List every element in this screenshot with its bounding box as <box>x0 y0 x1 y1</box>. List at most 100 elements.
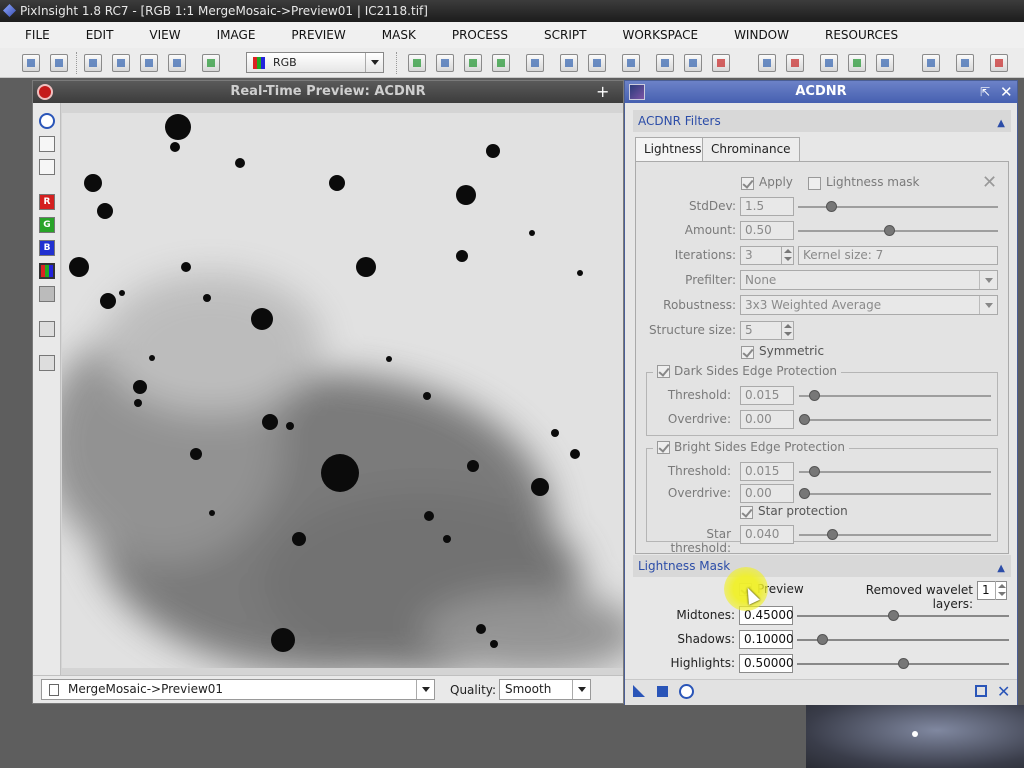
close-window-icon[interactable] <box>786 54 804 72</box>
monitor-icon[interactable] <box>922 54 940 72</box>
view-mode-select[interactable]: RGB <box>246 52 384 73</box>
dark-sides-checkbox[interactable] <box>657 365 670 378</box>
collapse-icon[interactable]: ▲ <box>997 113 1005 135</box>
chevron-down-icon[interactable] <box>979 271 997 289</box>
lightness-mask-checkbox[interactable] <box>808 177 821 190</box>
lightness-channel-icon[interactable] <box>39 286 55 302</box>
symmetric-checkbox[interactable] <box>741 346 754 359</box>
apply-global-icon[interactable] <box>657 686 668 697</box>
camera-icon[interactable] <box>39 321 55 337</box>
robustness-select[interactable]: 3x3 Weighted Average <box>740 295 998 315</box>
filters-section-header[interactable]: ACDNR Filters ▲ <box>633 110 1011 132</box>
bright-sides-checkbox[interactable] <box>657 441 670 454</box>
dark-overdrive-slider[interactable] <box>799 414 991 425</box>
close-icon[interactable]: ✕ <box>1000 81 1013 103</box>
slider-handle[interactable] <box>826 201 837 212</box>
maximize-icon[interactable]: + <box>596 81 609 103</box>
chevron-down-icon[interactable] <box>416 680 434 699</box>
slider-handle[interactable] <box>817 634 828 645</box>
slider-handle[interactable] <box>898 658 909 669</box>
highlights-slider[interactable] <box>797 658 1009 669</box>
track-view-icon[interactable] <box>39 136 55 152</box>
cancel-icon[interactable] <box>712 54 730 72</box>
image-info-icon[interactable] <box>84 54 102 72</box>
bright-overdrive-input[interactable]: 0.00 <box>740 484 794 503</box>
menu-image[interactable]: IMAGE <box>217 22 256 48</box>
red-channel-button[interactable]: R <box>39 194 55 210</box>
realtime-preview-icon[interactable] <box>679 684 694 699</box>
copy-image-icon[interactable] <box>140 54 158 72</box>
tab-lightness[interactable]: Lightness <box>635 137 711 161</box>
quality-select[interactable]: Smooth <box>499 679 591 700</box>
mask-invert-icon[interactable] <box>876 54 894 72</box>
apply-checkbox[interactable] <box>741 177 754 190</box>
menu-file[interactable]: FILE <box>25 22 50 48</box>
realtime-update-icon[interactable] <box>39 113 55 129</box>
stddev-slider[interactable] <box>798 201 998 212</box>
mask-enable-icon[interactable] <box>848 54 866 72</box>
menu-view[interactable]: VIEW <box>149 22 180 48</box>
collapse-icon[interactable]: ▲ <box>997 558 1005 580</box>
shadows-input[interactable]: 0.10000 <box>739 630 794 649</box>
reset-icon[interactable] <box>622 54 640 72</box>
window-icon[interactable] <box>758 54 776 72</box>
menu-resources[interactable]: RESOURCES <box>825 22 898 48</box>
slider-handle[interactable] <box>799 488 810 499</box>
slider-handle[interactable] <box>827 529 838 540</box>
menu-script[interactable]: SCRIPT <box>544 22 586 48</box>
settings-icon[interactable] <box>656 54 674 72</box>
slider-handle[interactable] <box>884 225 895 236</box>
stack-icon[interactable] <box>39 355 55 371</box>
preview-image-canvas[interactable] <box>62 113 623 668</box>
star-protection-checkbox[interactable] <box>740 506 753 519</box>
zoom-preview-icon[interactable] <box>526 54 544 72</box>
swap-icon[interactable] <box>956 54 974 72</box>
lightness-mask-section-header[interactable]: Lightness Mask ▲ <box>633 555 1011 577</box>
wavelet-layers-spinner[interactable] <box>995 581 1007 600</box>
menu-preview[interactable]: PREVIEW <box>291 22 345 48</box>
duplicate-icon[interactable] <box>168 54 186 72</box>
refresh-icon[interactable] <box>684 54 702 72</box>
slider-handle[interactable] <box>809 466 820 477</box>
view-selector[interactable]: MergeMosaic->Preview01 <box>41 679 435 700</box>
reset-instance-icon[interactable] <box>975 685 987 697</box>
stddev-input[interactable]: 1.5 <box>740 197 794 216</box>
new-preview-icon[interactable] <box>408 54 426 72</box>
tab-chrominance[interactable]: Chrominance <box>702 137 800 161</box>
menu-mask[interactable]: MASK <box>382 22 416 48</box>
shade-icon[interactable]: ⇱ <box>980 81 990 103</box>
menu-edit[interactable]: EDIT <box>86 22 114 48</box>
download-icon[interactable] <box>560 54 578 72</box>
menu-window[interactable]: WINDOW <box>734 22 789 48</box>
exit-icon[interactable] <box>990 54 1008 72</box>
bright-threshold-input[interactable]: 0.015 <box>740 462 794 481</box>
close-icon[interactable] <box>37 84 53 100</box>
dark-overdrive-input[interactable]: 0.00 <box>740 410 794 429</box>
mask-icon[interactable] <box>820 54 838 72</box>
new-image-icon[interactable] <box>112 54 130 72</box>
edit-preview-icon[interactable] <box>436 54 454 72</box>
green-channel-button[interactable]: G <box>39 217 55 233</box>
shadows-slider[interactable] <box>797 634 1009 645</box>
dark-threshold-input[interactable]: 0.015 <box>740 386 794 405</box>
upload-icon[interactable] <box>588 54 606 72</box>
amount-slider[interactable] <box>798 225 998 236</box>
store-preview-icon[interactable] <box>492 54 510 72</box>
chevron-down-icon[interactable] <box>572 680 590 699</box>
iterations-spinner[interactable] <box>781 246 793 265</box>
bright-threshold-slider[interactable] <box>799 466 991 477</box>
dark-threshold-slider[interactable] <box>799 390 991 401</box>
midtones-slider[interactable] <box>797 610 1009 621</box>
bright-overdrive-slider[interactable] <box>799 488 991 499</box>
undo-icon[interactable] <box>22 54 40 72</box>
redo-icon[interactable] <box>50 54 68 72</box>
menu-process[interactable]: PROCESS <box>452 22 508 48</box>
show-original-icon[interactable] <box>39 159 55 175</box>
rgb-channel-icon[interactable] <box>39 263 55 279</box>
amount-input[interactable]: 0.50 <box>740 221 794 240</box>
structure-size-spinner[interactable] <box>781 321 793 340</box>
prefilter-select[interactable]: None <box>740 270 998 290</box>
star-threshold-input[interactable]: 0.040 <box>740 525 794 544</box>
slider-handle[interactable] <box>799 414 810 425</box>
chevron-down-icon[interactable] <box>365 53 383 72</box>
